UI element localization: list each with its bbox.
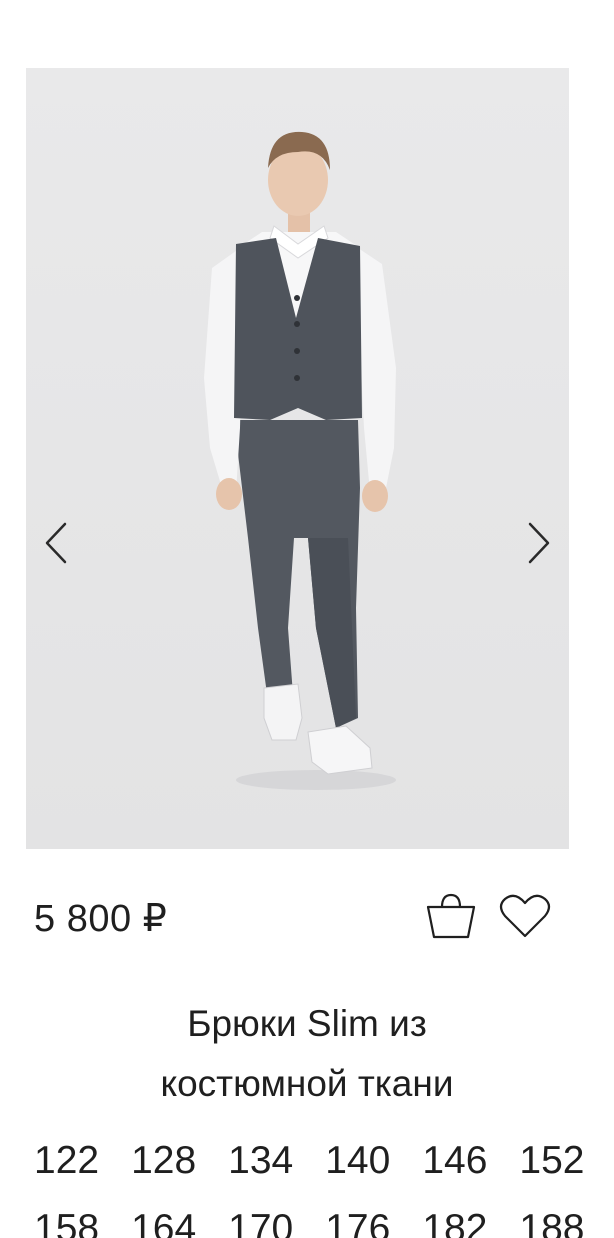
size-option-140[interactable]: 140 bbox=[309, 1141, 406, 1180]
size-option-170[interactable]: 170 bbox=[212, 1209, 309, 1238]
product-title-line-2: костюмной ткани bbox=[160, 1063, 454, 1104]
size-selector: 122 128 134 140 146 152 158 164 170 176 … bbox=[18, 1128, 598, 1238]
chevron-right-icon bbox=[528, 522, 550, 564]
size-option-182[interactable]: 182 bbox=[406, 1209, 503, 1238]
size-option-176[interactable]: 176 bbox=[309, 1209, 406, 1238]
size-option-152[interactable]: 152 bbox=[503, 1141, 600, 1180]
size-row: 122 128 134 140 146 152 bbox=[18, 1128, 598, 1192]
heart-icon bbox=[499, 894, 551, 938]
size-option-188[interactable]: 188 bbox=[503, 1209, 600, 1238]
size-option-122[interactable]: 122 bbox=[18, 1141, 115, 1180]
product-card: 5 800 ₽ Брюки Slim из костюмной ткани 12… bbox=[0, 0, 614, 1238]
product-photo bbox=[26, 68, 569, 849]
product-title[interactable]: Брюки Slim из костюмной ткани bbox=[60, 994, 554, 1114]
gallery-next-button[interactable] bbox=[509, 513, 569, 573]
product-title-line-1: Брюки Slim из bbox=[187, 1003, 427, 1044]
size-option-146[interactable]: 146 bbox=[406, 1141, 503, 1180]
add-to-favorites-button[interactable] bbox=[497, 886, 553, 946]
add-to-cart-button[interactable] bbox=[423, 886, 479, 946]
product-price: 5 800 ₽ bbox=[34, 898, 168, 940]
size-option-164[interactable]: 164 bbox=[115, 1209, 212, 1238]
size-option-128[interactable]: 128 bbox=[115, 1141, 212, 1180]
product-photo-gallery[interactable] bbox=[26, 68, 569, 849]
size-option-134[interactable]: 134 bbox=[212, 1141, 309, 1180]
size-row: 158 164 170 176 182 188 bbox=[18, 1196, 598, 1238]
gallery-prev-button[interactable] bbox=[26, 513, 86, 573]
shopping-bag-icon bbox=[426, 893, 476, 939]
size-option-158[interactable]: 158 bbox=[18, 1209, 115, 1238]
chevron-left-icon bbox=[45, 522, 67, 564]
